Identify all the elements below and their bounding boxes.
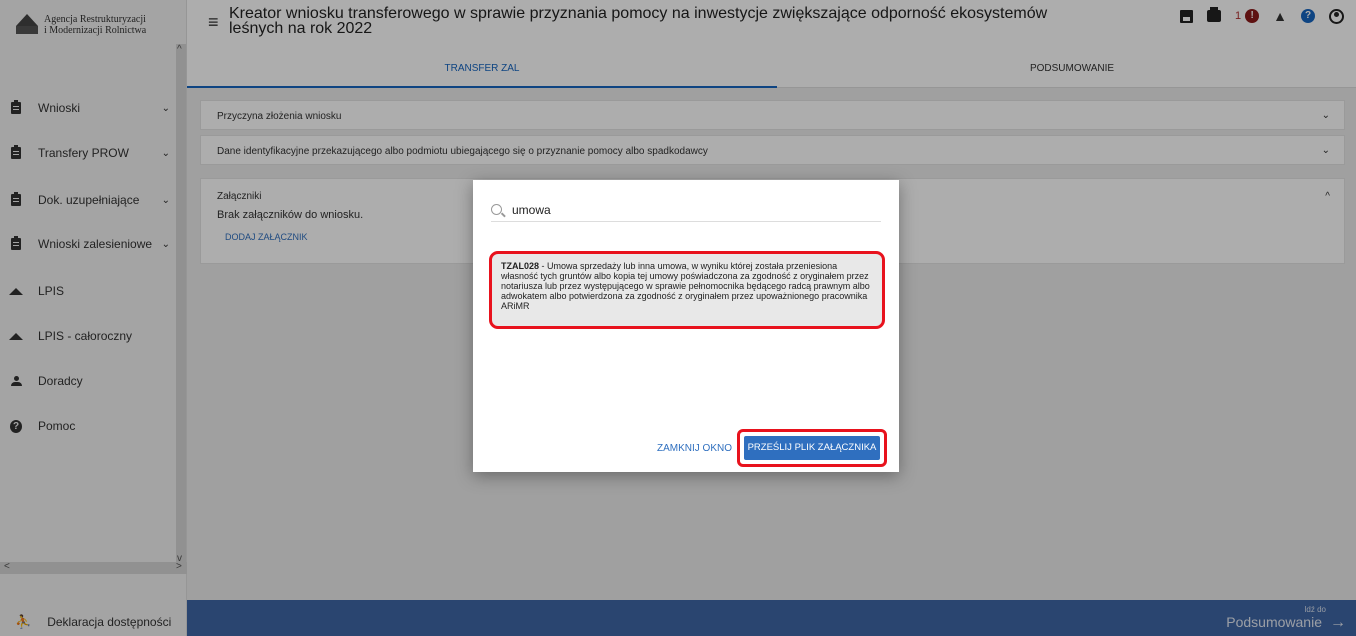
search-input[interactable] bbox=[512, 202, 852, 217]
upload-attachment-button[interactable]: PRZEŚLIJ PLIK ZAŁĄCZNIKA bbox=[744, 436, 880, 460]
attachment-search bbox=[491, 198, 881, 222]
close-dialog-button[interactable]: ZAMKNIJ OKNO bbox=[657, 443, 732, 454]
search-icon bbox=[491, 204, 502, 215]
attachment-dialog: TZAL028 - Umowa sprzedaży lub inna umowa… bbox=[473, 180, 899, 472]
upload-button-highlight: PRZEŚLIJ PLIK ZAŁĄCZNIKA bbox=[737, 429, 887, 467]
attachment-result-item[interactable]: TZAL028 - Umowa sprzedaży lub inna umowa… bbox=[489, 251, 885, 329]
result-description: - Umowa sprzedaży lub inna umowa, w wyni… bbox=[501, 261, 870, 311]
result-code: TZAL028 bbox=[501, 261, 540, 271]
